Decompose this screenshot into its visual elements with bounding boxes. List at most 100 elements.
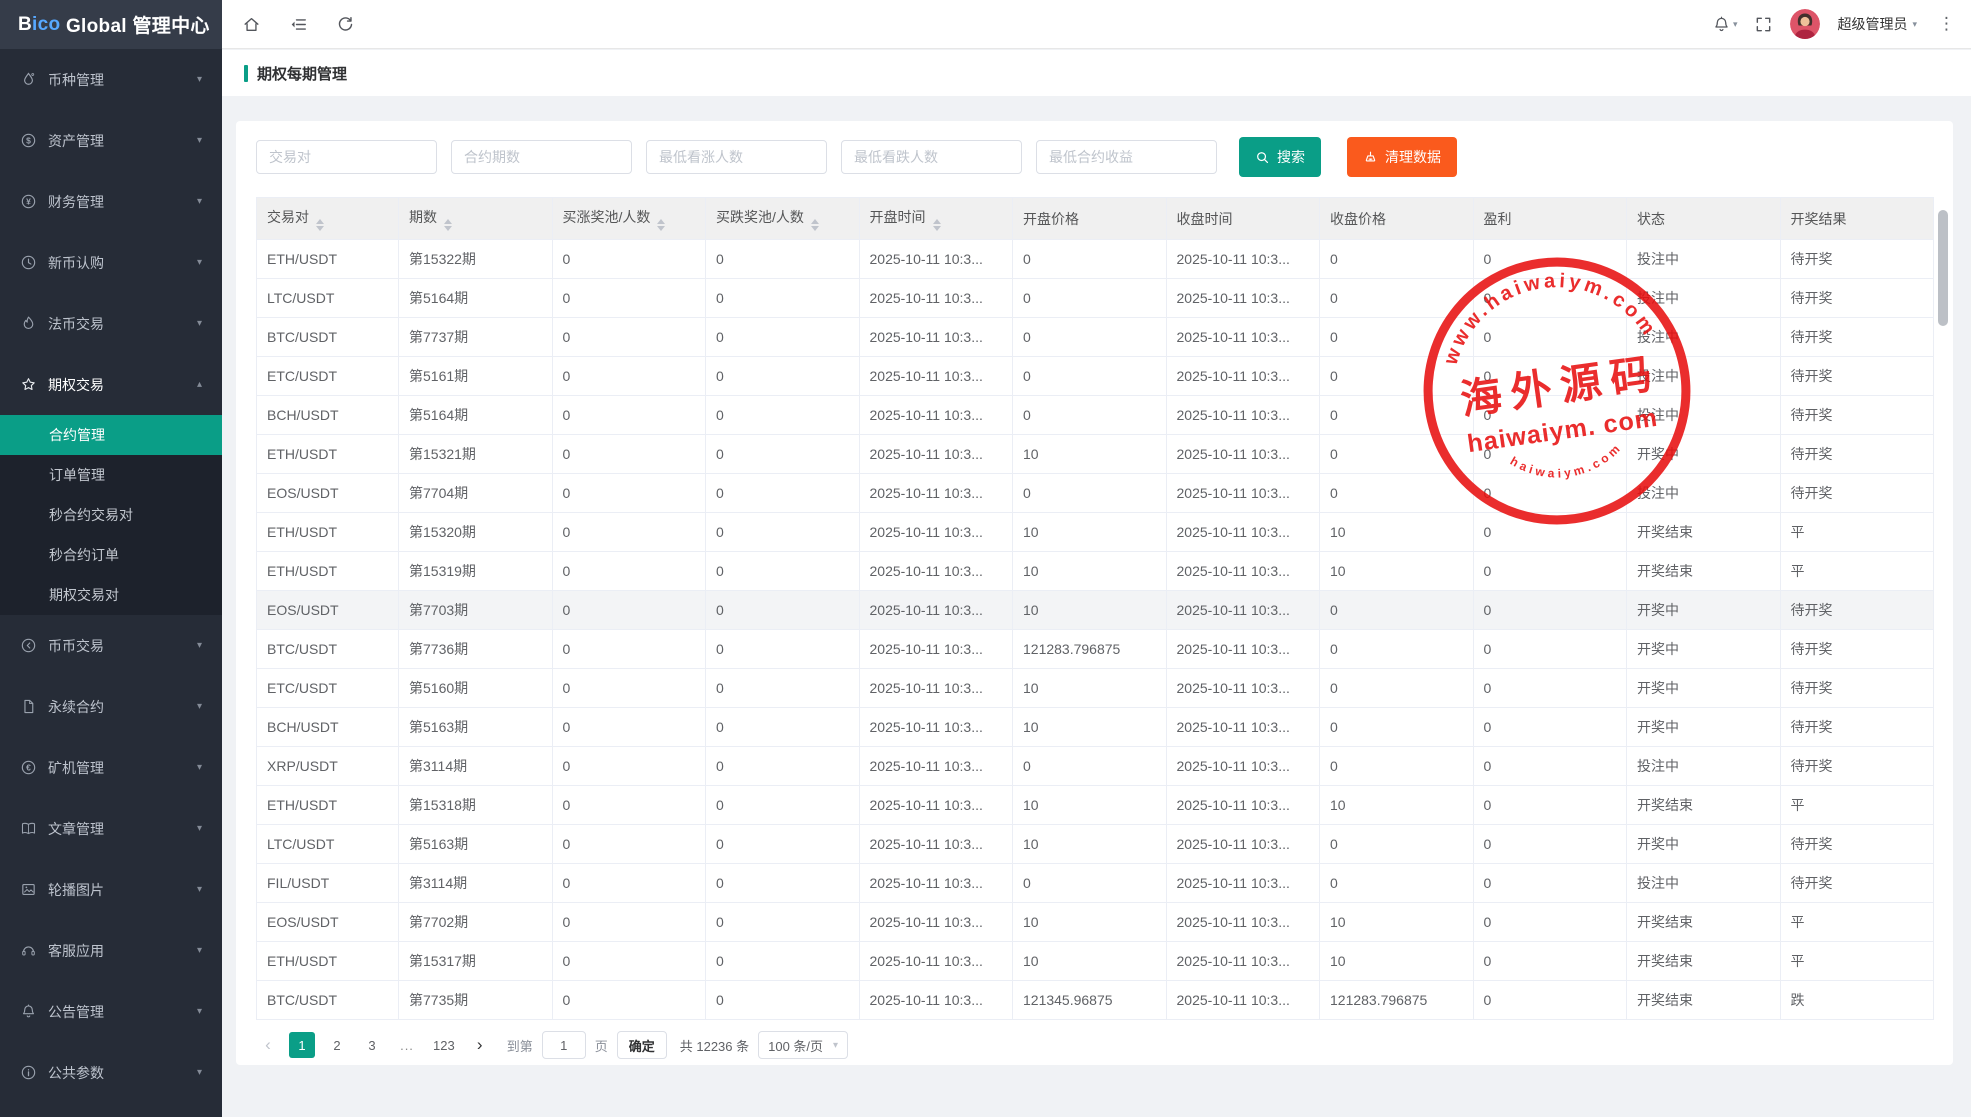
next-page-icon[interactable]: › [468, 1032, 492, 1058]
table-row[interactable]: BTC/USDT第7735期002025-10-11 10:3...121345… [257, 981, 1934, 1020]
sidebar-item[interactable]: 资产管理▾ [0, 110, 222, 171]
table-cell: 121345.96875 [1013, 981, 1167, 1020]
column-header[interactable]: 开盘时间 [859, 198, 1013, 240]
sidebar-item[interactable]: 公共参数▾ [0, 1042, 222, 1103]
table-row[interactable]: LTC/USDT第5163期002025-10-11 10:3...102025… [257, 825, 1934, 864]
sidebar-item[interactable]: 客服应用▾ [0, 920, 222, 981]
table-cell: 2025-10-11 10:3... [1166, 669, 1320, 708]
trading-pair-filter-input[interactable] [256, 140, 437, 174]
column-header[interactable]: 买跌奖池/人数 [706, 198, 860, 240]
page-number[interactable]: 2 [324, 1032, 350, 1058]
table-row[interactable]: BTC/USDT第7737期002025-10-11 10:3...02025-… [257, 318, 1934, 357]
table-row[interactable]: BTC/USDT第7736期002025-10-11 10:3...121283… [257, 630, 1934, 669]
user-menu[interactable]: 超级管理员 ▾ [1837, 14, 1917, 34]
table-row[interactable]: BCH/USDT第5163期002025-10-11 10:3...102025… [257, 708, 1934, 747]
table-row[interactable]: ETH/USDT第15318期002025-10-11 10:3...10202… [257, 786, 1934, 825]
table-row[interactable]: ETH/USDT第15317期002025-10-11 10:3...10202… [257, 942, 1934, 981]
column-header-label: 开盘价格 [1023, 211, 1079, 227]
sidebar-item[interactable]: 公告管理▾ [0, 981, 222, 1042]
sidebar-subitem[interactable]: 合约管理 [0, 415, 222, 455]
min-up-bettors-filter-input[interactable] [646, 140, 827, 174]
table-cell: 待开奖 [1780, 747, 1934, 786]
table-cell: LTC/USDT [257, 825, 399, 864]
refresh-icon[interactable] [336, 15, 355, 34]
sidebar-item-label: 资产管理 [48, 131, 197, 151]
table-cell: EOS/USDT [257, 474, 399, 513]
table-row[interactable]: ETC/USDT第5160期002025-10-11 10:3...102025… [257, 669, 1934, 708]
sort-icon[interactable] [811, 219, 819, 231]
table-cell: 第7704期 [399, 474, 553, 513]
notifications-button[interactable]: ▾ [1712, 15, 1738, 34]
sidebar-item[interactable]: 轮播图片▾ [0, 859, 222, 920]
sidebar-item[interactable]: 币种管理▾ [0, 49, 222, 110]
goto-page-input[interactable] [542, 1031, 586, 1059]
sidebar-subitem[interactable]: 秒合约交易对 [0, 495, 222, 535]
table-cell: 10 [1013, 942, 1167, 981]
prev-page-icon[interactable]: ‹ [256, 1032, 280, 1058]
table-row[interactable]: EOS/USDT第7703期002025-10-11 10:3...102025… [257, 591, 1934, 630]
total-count-label: 共 12236 条 [680, 1036, 749, 1055]
sort-icon[interactable] [933, 219, 941, 231]
table-cell: 0 [552, 513, 706, 552]
min-profit-filter-input[interactable] [1036, 140, 1217, 174]
page-size-select[interactable]: 100 条/页 ▾ [758, 1031, 848, 1059]
fullscreen-icon[interactable] [1754, 15, 1773, 34]
table-cell: 0 [1473, 435, 1627, 474]
sidebar-item[interactable]: 法币交易▾ [0, 293, 222, 354]
sidebar-item[interactable]: 财务管理▾ [0, 171, 222, 232]
sidebar-item[interactable]: 币币交易▾ [0, 615, 222, 676]
clock-icon [20, 254, 37, 271]
table-row[interactable]: ETC/USDT第5161期002025-10-11 10:3...02025-… [257, 357, 1934, 396]
table-row[interactable]: ETH/USDT第15319期002025-10-11 10:3...10202… [257, 552, 1934, 591]
logo-part-ico: ico [32, 14, 60, 36]
more-options-icon[interactable]: ⋮ [1934, 14, 1959, 34]
table-cell: 2025-10-11 10:3... [1166, 318, 1320, 357]
table-row[interactable]: LTC/USDT第5164期002025-10-11 10:3...02025-… [257, 279, 1934, 318]
column-header[interactable]: 期数 [399, 198, 553, 240]
sidebar-subitem[interactable]: 秒合约订单 [0, 535, 222, 575]
table-cell: 投注中 [1627, 240, 1781, 279]
avatar[interactable] [1790, 9, 1820, 39]
table-cell: 待开奖 [1780, 396, 1934, 435]
sidebar-subitem[interactable]: 订单管理 [0, 455, 222, 495]
collapse-menu-icon[interactable] [289, 15, 308, 34]
sort-icon[interactable] [316, 219, 324, 231]
home-icon[interactable] [242, 15, 261, 34]
table-row[interactable]: XRP/USDT第3114期002025-10-11 10:3...02025-… [257, 747, 1934, 786]
sidebar-subitem[interactable]: 期权交易对 [0, 575, 222, 615]
table-row[interactable]: ETH/USDT第15320期002025-10-11 10:3...10202… [257, 513, 1934, 552]
search-button-label: 搜索 [1277, 147, 1305, 167]
chevron-down-icon: ▾ [197, 257, 202, 268]
page-number[interactable]: 1 [289, 1032, 315, 1058]
sidebar: Bico Global 管理中心 币种管理▾资产管理▾财务管理▾新币认购▾法币交… [0, 0, 222, 1117]
clean-data-button[interactable]: 清理数据 [1347, 137, 1457, 177]
column-header[interactable]: 买涨奖池/人数 [552, 198, 706, 240]
sidebar-item[interactable]: 新币认购▾ [0, 232, 222, 293]
sidebar-item[interactable]: 永续合约▾ [0, 676, 222, 737]
table-row[interactable]: BCH/USDT第5164期002025-10-11 10:3...02025-… [257, 396, 1934, 435]
table-scrollbar[interactable] [1938, 210, 1948, 326]
table-cell: 平 [1780, 513, 1934, 552]
table-cell: 2025-10-11 10:3... [859, 747, 1013, 786]
sidebar-item[interactable]: 矿机管理▾ [0, 737, 222, 798]
table-row[interactable]: EOS/USDT第7702期002025-10-11 10:3...102025… [257, 903, 1934, 942]
sidebar-item[interactable]: 期权交易▴ [0, 354, 222, 415]
sort-icon[interactable] [657, 219, 665, 231]
table-cell: 0 [552, 630, 706, 669]
sidebar-item[interactable]: 文章管理▾ [0, 798, 222, 859]
sort-icon[interactable] [444, 219, 452, 231]
search-button[interactable]: 搜索 [1239, 137, 1321, 177]
table-cell: BCH/USDT [257, 396, 399, 435]
confirm-button[interactable]: 确定 [617, 1031, 667, 1059]
column-header[interactable]: 交易对 [257, 198, 399, 240]
table-row[interactable]: ETH/USDT第15322期002025-10-11 10:3...02025… [257, 240, 1934, 279]
table-row[interactable]: EOS/USDT第7704期002025-10-11 10:3...02025-… [257, 474, 1934, 513]
headset-icon [20, 942, 37, 959]
table-row[interactable]: FIL/USDT第3114期002025-10-11 10:3...02025-… [257, 864, 1934, 903]
page-number[interactable]: 3 [359, 1032, 385, 1058]
table-row[interactable]: ETH/USDT第15321期002025-10-11 10:3...10202… [257, 435, 1934, 474]
table-cell: 0 [552, 942, 706, 981]
page-number[interactable]: 123 [429, 1032, 459, 1058]
contract-period-filter-input[interactable] [451, 140, 632, 174]
min-down-bettors-filter-input[interactable] [841, 140, 1022, 174]
